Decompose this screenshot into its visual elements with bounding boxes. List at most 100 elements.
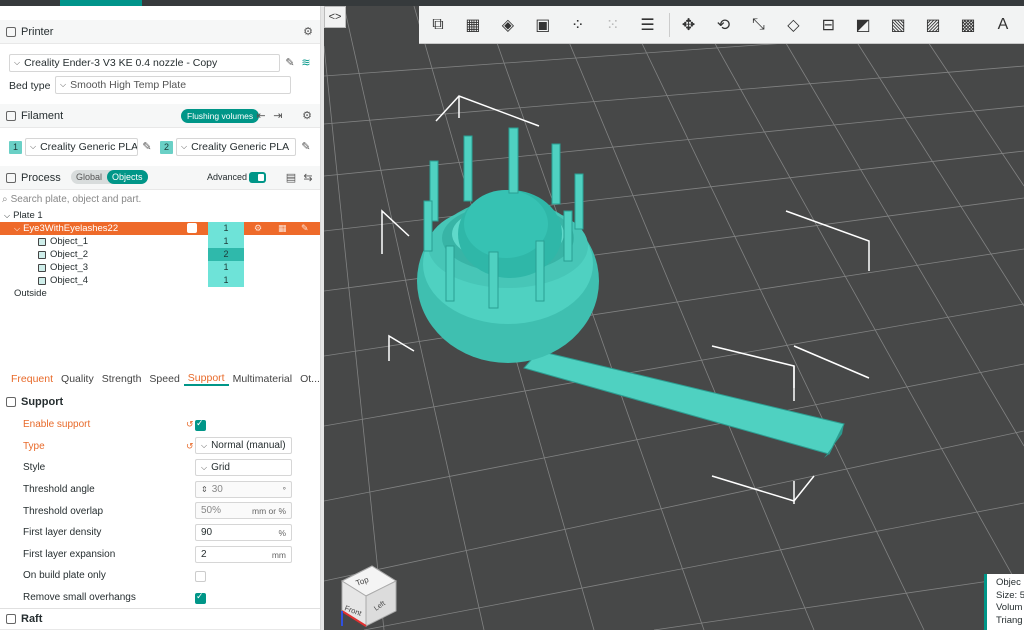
add-object-icon[interactable]: ⧉ xyxy=(424,11,452,39)
filament-slot-1-name: Creality Generic PLA xyxy=(40,141,138,153)
tree-row-part[interactable]: Object_4 1 xyxy=(0,274,320,287)
support-type-value: Normal (manual) xyxy=(211,440,286,451)
arrange-icon[interactable]: ▣ xyxy=(529,11,557,39)
filament-settings-icon[interactable]: ⚙ xyxy=(301,110,313,122)
collapse-sidebar-button[interactable]: <> xyxy=(324,6,346,28)
text-tool-icon[interactable]: A xyxy=(989,11,1017,39)
printer-section-header[interactable]: Printer xyxy=(0,20,320,44)
rotate-icon[interactable]: ⟲ xyxy=(710,11,738,39)
tree-row-part[interactable]: Object_3 1 xyxy=(0,261,320,274)
threshold-angle-input[interactable]: ⇕ 30 ° xyxy=(195,481,292,498)
chevron-down-icon: ⌵ xyxy=(14,58,21,67)
tree-row-object[interactable]: ⌵ Eye3WithEyelashes22 1 ⚙ ▦ ✎ xyxy=(0,221,320,235)
tab-support[interactable]: Support xyxy=(183,372,229,386)
part-filament-cell[interactable]: 1 xyxy=(208,261,244,274)
lay-on-face-icon[interactable]: ◇ xyxy=(779,11,807,39)
chevron-down-icon: ⌵ xyxy=(14,223,21,233)
seam-paint-icon[interactable]: ▨ xyxy=(919,11,947,39)
part-filament-cell[interactable]: 1 xyxy=(208,274,244,287)
edit-filament-2-icon[interactable]: ✎ xyxy=(300,141,312,153)
advanced-switch[interactable] xyxy=(249,172,266,183)
part-name: Object_2 xyxy=(50,249,89,260)
toggle-global[interactable]: Global xyxy=(71,170,107,184)
split-objects-icon[interactable]: ⁘ xyxy=(564,11,592,39)
tree-row-outside[interactable]: Outside xyxy=(0,287,320,300)
tab-multimaterial[interactable]: Multimaterial xyxy=(229,373,297,385)
reset-icon[interactable]: ↺ xyxy=(186,441,194,452)
chevron-down-icon: ⌵ xyxy=(181,142,188,151)
bed-type-label: Bed type xyxy=(9,80,51,92)
move-icon[interactable]: ✥ xyxy=(675,11,703,39)
tree-row-part[interactable]: Object_1 1 xyxy=(0,235,320,248)
edit-printer-icon[interactable]: ✎ xyxy=(284,57,296,69)
tab-quality[interactable]: Quality xyxy=(57,373,98,385)
support-type-label: Type xyxy=(23,441,45,452)
search-icon: ⌕ xyxy=(2,194,8,205)
threshold-overlap-value: 50% xyxy=(201,505,222,516)
chevron-down-icon: ⌵ xyxy=(201,440,208,450)
model-eye-with-eyelashes[interactable] xyxy=(417,127,845,458)
cut-icon[interactable]: ⊟ xyxy=(814,11,842,39)
build-plate-only-checkbox[interactable] xyxy=(195,571,206,582)
edit-filament-1-icon[interactable]: ✎ xyxy=(141,141,153,153)
support-paint-icon[interactable]: ▧ xyxy=(884,11,912,39)
filament-slot-2-badge: 2 xyxy=(160,141,173,154)
process-section-header: Process xyxy=(0,166,320,190)
global-objects-toggle[interactable]: Global Objects xyxy=(71,170,148,184)
tab-strength[interactable]: Strength xyxy=(98,373,146,385)
filament-slot-1-select[interactable]: ⌵ Creality Generic PLA xyxy=(25,138,138,156)
part-filament-cell[interactable]: 1 xyxy=(208,235,244,248)
threshold-overlap-input[interactable]: 50% mm or % xyxy=(195,502,292,519)
object-support-icon[interactable]: ✎ xyxy=(301,223,309,234)
search-input[interactable]: Search plate, object and part. xyxy=(11,194,142,205)
layers-icon[interactable]: ☰ xyxy=(634,11,662,39)
tab-others[interactable]: Ot... xyxy=(296,373,320,385)
bed-type-select[interactable]: ⌵ Smooth High Temp Plate xyxy=(55,76,291,94)
remove-filament-icon[interactable]: ⇥ xyxy=(272,110,284,122)
part-filament-cell[interactable]: 2 xyxy=(208,248,244,261)
object-settings-icon[interactable]: ⚙ xyxy=(254,223,262,234)
3d-viewport[interactable]: Top Front Left xyxy=(324,6,1024,630)
reset-icon[interactable]: ↺ xyxy=(186,419,194,430)
auto-orient-icon[interactable]: ◈ xyxy=(494,11,522,39)
object-name: Eye3WithEyelashes22 xyxy=(23,223,119,234)
chevron-down-icon: ⌵ xyxy=(60,80,67,89)
tab-speed[interactable]: Speed xyxy=(145,373,183,385)
save-preset-icon[interactable]: ▤ xyxy=(285,172,297,184)
filament-slot-2-select[interactable]: ⌵ Creality Generic PLA xyxy=(176,138,296,156)
support-style-select[interactable]: ⌵ Grid xyxy=(195,459,292,476)
support-icon xyxy=(6,397,16,407)
printer-select[interactable]: ⌵ Creality Ender-3 V3 KE 0.4 nozzle - Co… xyxy=(9,54,280,72)
process-title: Process xyxy=(21,171,61,184)
wifi-icon[interactable]: ≋ xyxy=(300,57,312,69)
bed-type-value: Smooth High Temp Plate xyxy=(70,79,187,91)
flushing-volumes-button[interactable]: Flushing volumes xyxy=(181,109,260,123)
add-plate-icon[interactable]: ▦ xyxy=(459,11,487,39)
process-icon xyxy=(6,172,16,183)
add-filament-icon[interactable]: ⇤ xyxy=(255,110,267,122)
chevron-down-icon: ⌵ xyxy=(201,462,208,472)
printer-settings-icon[interactable]: ⚙ xyxy=(302,26,314,38)
fuzzy-skin-icon[interactable]: ▩ xyxy=(954,11,982,39)
object-modifier-icon[interactable]: ▦ xyxy=(278,223,287,234)
filament-slot-1-badge: 1 xyxy=(9,141,22,154)
scale-icon[interactable]: ⤡ xyxy=(744,11,772,39)
tab-frequent[interactable]: Frequent xyxy=(0,373,57,385)
support-style-label: Style xyxy=(23,462,46,473)
object-visible-checkbox[interactable] xyxy=(187,221,197,233)
remove-small-overhangs-checkbox[interactable] xyxy=(195,591,206,604)
compare-icon[interactable]: ⇆ xyxy=(302,172,314,184)
first-layer-density-input[interactable]: 90 % xyxy=(195,524,292,541)
split-parts-icon[interactable]: ⁙ xyxy=(599,11,627,39)
tree-row-part[interactable]: Object_2 2 xyxy=(0,248,320,261)
toggle-objects[interactable]: Objects xyxy=(107,170,148,184)
first-layer-expansion-input[interactable]: 2 mm xyxy=(195,546,292,563)
toolbar-divider xyxy=(668,12,670,37)
object-filament-cell[interactable]: 1 xyxy=(208,222,244,235)
tree-row-plate[interactable]: ⌵ Plate 1 xyxy=(0,209,320,222)
spinner-icon: ⇕ xyxy=(201,485,208,494)
search-bar[interactable]: ⌕ Search plate, object and part. xyxy=(2,192,318,207)
enable-support-checkbox[interactable] xyxy=(195,418,206,431)
support-type-select[interactable]: ⌵ Normal (manual) xyxy=(195,437,292,454)
mesh-boolean-icon[interactable]: ◩ xyxy=(849,11,877,39)
